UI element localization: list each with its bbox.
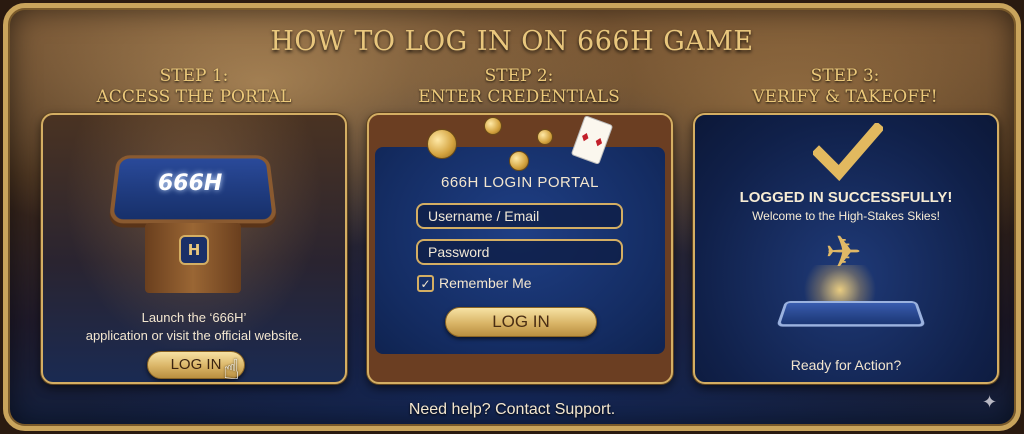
username-field[interactable]: Username / Email (416, 203, 623, 229)
page-frame: HOW TO LOG IN ON 666H GAME STEP 1: ACCES… (3, 3, 1021, 431)
hand-pointer-icon: ☝ (223, 353, 241, 384)
step-1-panel: 666H H Launch the ‘666H’ application or … (41, 113, 347, 384)
step-1-number: STEP 1: (159, 66, 229, 86)
step-2-number: STEP 2: (484, 66, 554, 86)
coin-icon (484, 117, 502, 135)
step-1-title: ACCESS THE PORTAL (96, 87, 292, 107)
step-3-title: VERIFY & TAKEOFF! (752, 87, 938, 107)
checkmark-icon (813, 123, 883, 181)
phone-illustration (776, 301, 926, 327)
help-link[interactable]: Need help? Contact Support. (8, 401, 1016, 419)
password-field[interactable]: Password (416, 239, 623, 265)
remember-me-label: Remember Me (439, 275, 532, 291)
step-2-login-button[interactable]: LOG IN (445, 307, 597, 337)
plane-icon: ✈ (825, 227, 862, 278)
step-1-description: Launch the ‘666H’ application or visit t… (43, 309, 345, 345)
podium-badge-icon: H (179, 235, 209, 265)
ready-text: Ready for Action? (790, 357, 902, 373)
success-title: LOGGED IN SUCCESSFULLY! (739, 189, 953, 206)
step-3-panel: LOGGED IN SUCCESSFULLY! Welcome to the H… (693, 113, 999, 384)
step-2-panel: ♦ ♦ 666H LOGIN PORTAL Username / Email P… (367, 113, 673, 384)
step-1-desc-line2: application or visit the official websit… (85, 328, 303, 343)
step-3-number: STEP 3: (810, 66, 880, 86)
coin-icon (537, 129, 553, 145)
sparkle-star-icon: ✦ (982, 392, 998, 413)
step-2-title: ENTER CREDENTIALS (418, 87, 620, 107)
step-2-heading: STEP 2: ENTER CREDENTIALS (369, 66, 669, 108)
coin-icon (427, 129, 457, 159)
success-subtitle: Welcome to the High-Stakes Skies! (752, 209, 940, 223)
remember-me-checkbox[interactable]: ✓ (417, 275, 434, 292)
coin-icon (509, 151, 529, 171)
login-portal-title: 666H LOGIN PORTAL (440, 174, 599, 191)
podium-logo-text: 666H (158, 171, 223, 196)
step-3-heading: STEP 3: VERIFY & TAKEOFF! (695, 66, 995, 108)
step-1-desc-line1: Launch the ‘666H’ (141, 310, 247, 325)
page-title: HOW TO LOG IN ON 666H GAME (270, 26, 754, 57)
step-1-heading: STEP 1: ACCESS THE PORTAL (44, 66, 344, 108)
